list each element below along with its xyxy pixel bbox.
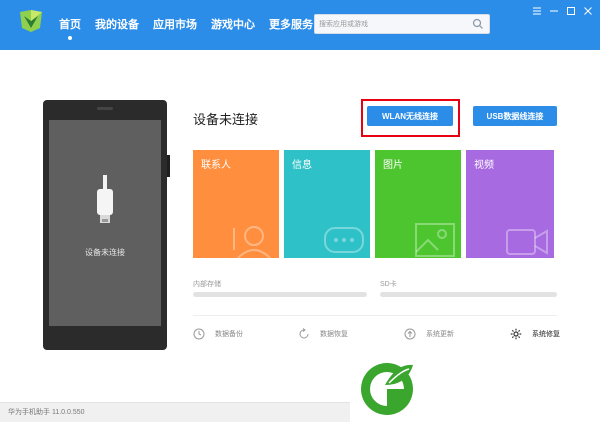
minimize-icon: [549, 10, 558, 12]
usb-cable-icon: [97, 175, 113, 223]
video-icon: [506, 229, 548, 255]
data-backup-button[interactable]: 数据备份: [193, 326, 243, 342]
tile-contacts[interactable]: 联系人: [193, 150, 279, 258]
minimize-button[interactable]: [545, 4, 562, 18]
menu-icon: [532, 7, 541, 15]
tile-label: 信息: [292, 160, 312, 171]
nav-item-my-device[interactable]: 我的设备: [88, 0, 146, 50]
tile-pictures[interactable]: 图片: [375, 150, 461, 258]
divider: [193, 315, 557, 316]
sd-card-label: SD卡: [380, 281, 397, 288]
update-icon: [404, 328, 416, 340]
wlan-connect-button[interactable]: WLAN无线连接: [367, 106, 453, 126]
tile-label: 联系人: [201, 160, 231, 171]
phone-speaker: [97, 107, 113, 110]
phone-side-button: [167, 155, 170, 177]
data-restore-button[interactable]: 数据恢复: [298, 326, 348, 342]
tile-messages[interactable]: 信息: [284, 150, 370, 258]
nav-item-app-market[interactable]: 应用市场: [146, 0, 204, 50]
backup-icon: [193, 328, 205, 340]
action-label: 数据恢复: [320, 331, 348, 338]
phone-illustration: 设备未连接: [43, 100, 170, 350]
main-nav: 首页 我的设备 应用市场 游戏中心 更多服务: [52, 0, 320, 50]
action-label: 系统修复: [532, 331, 560, 338]
nav-item-home[interactable]: 首页: [52, 0, 88, 50]
title-bar: 首页 我的设备 应用市场 游戏中心 更多服务: [0, 0, 600, 50]
restore-icon: [299, 328, 309, 339]
search-box: [314, 14, 490, 34]
picture-icon: [415, 223, 455, 257]
gear-icon: [510, 328, 522, 340]
nav-item-more-services[interactable]: 更多服务: [262, 0, 320, 50]
action-label: 数据备份: [215, 331, 243, 338]
contact-icon: [233, 226, 271, 258]
tile-videos[interactable]: 视频: [466, 150, 554, 258]
nav-item-game-center[interactable]: 游戏中心: [204, 0, 262, 50]
status-bar: 华为手机助手 11.0.0.550: [0, 402, 350, 422]
search-icon[interactable]: [472, 18, 484, 30]
system-update-button[interactable]: 系统更新: [404, 326, 454, 342]
tile-label: 图片: [383, 160, 403, 171]
maximize-button[interactable]: [562, 4, 579, 18]
usb-connect-button[interactable]: USB数据线连接: [473, 106, 557, 126]
system-repair-button[interactable]: 系统修复: [510, 326, 560, 342]
phone-screen: 设备未连接: [49, 120, 161, 326]
close-button[interactable]: [579, 4, 596, 18]
sd-card-bar: [380, 292, 557, 297]
action-label: 系统更新: [426, 331, 454, 338]
device-status-title: 设备未连接: [193, 112, 259, 127]
internal-storage-label: 内部存储: [193, 281, 221, 288]
message-icon: [324, 227, 364, 253]
maximize-icon: [566, 7, 575, 15]
watermark-logo-icon: [361, 363, 413, 415]
window-controls: [528, 4, 596, 18]
phone-status-text: 设备未连接: [85, 248, 125, 257]
menu-button[interactable]: [528, 4, 545, 18]
tile-label: 视频: [474, 160, 494, 171]
close-icon: [583, 7, 592, 15]
internal-storage-bar: [193, 292, 367, 297]
search-input[interactable]: [319, 16, 469, 32]
app-logo-icon: [20, 10, 42, 32]
